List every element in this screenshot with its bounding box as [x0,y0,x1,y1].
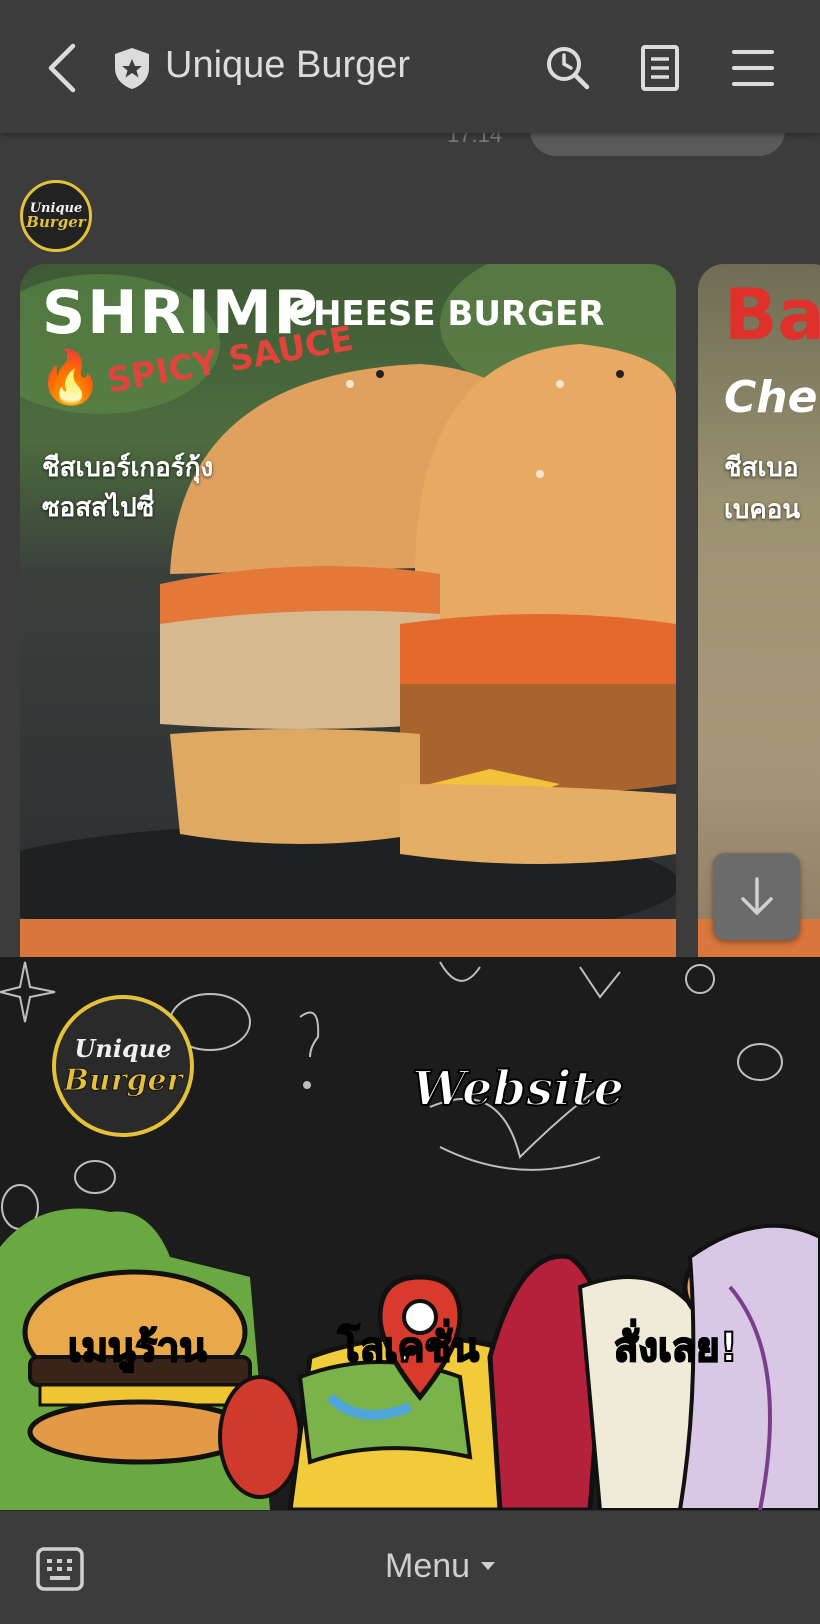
notes-icon [641,45,679,91]
verified-badge [104,40,160,96]
menu-item-label: สั่งเลย! [613,1324,739,1372]
carousel-card-shrimp[interactable]: SHRIMP CHEESE BURGER 🔥 SPICY SAUCE ชีสเบ… [20,264,676,957]
card-footer-bar [20,919,676,957]
search-clock-icon [547,47,590,90]
card2-thai-line1: ชีสเบอ [724,453,799,483]
avatar[interactable]: Unique Burger [20,180,92,252]
fire-icon: 🔥 [38,348,103,408]
menu-item-shop-menu[interactable]: เมนูร้าน [0,1247,270,1510]
menu-item-label: โลเคชั่น [337,1324,480,1372]
rich-menu-logo[interactable]: Unique Burger [52,995,194,1137]
chevron-left-icon [48,43,76,93]
logo-text-line1: Unique [74,1034,172,1063]
card2-thai-line2: เบคอน [724,495,801,525]
menu-toggle-button[interactable]: Menu [385,1541,496,1591]
notes-button[interactable] [632,40,688,96]
search-button[interactable] [540,40,596,96]
keyboard-toggle-button[interactable] [34,1545,86,1593]
back-button[interactable] [35,40,91,96]
card2-heading-main: Ba [724,274,820,356]
chat-header: Unique Burger [0,0,820,133]
caret-down-icon [481,1562,496,1570]
website-label: Website [411,1060,625,1118]
menu-button[interactable] [725,40,781,96]
menu-item-location[interactable]: โลเคชั่น [270,1247,550,1510]
avatar-text-line2: Burger [26,213,86,231]
menu-toggle-label: Menu [385,1546,471,1585]
menu-item-order-now[interactable]: สั่งเลย! [550,1247,820,1510]
bottom-bar: Menu [0,1510,820,1624]
chat-title: Unique Burger [165,44,411,86]
card-thai-line2: ซอสสไปซี่ [42,493,155,523]
menu-item-label: เมนูร้าน [67,1324,208,1372]
scroll-to-bottom-button[interactable] [713,853,800,940]
keyboard-icon [36,1547,84,1591]
website-button[interactable]: Website [380,1037,660,1177]
card-thai-line1: ชีสเบอร์เกอร์กุ้ง [42,453,214,483]
card2-heading-sub: Che [724,372,818,423]
arrow-down-icon [740,876,773,915]
hamburger-menu-icon [732,50,774,86]
logo-text-line2: Burger [63,1063,183,1099]
rich-menu: Unique Burger Website เมนูร้าน โลเคชั่น … [0,957,820,1510]
shield-star-icon [115,48,149,89]
